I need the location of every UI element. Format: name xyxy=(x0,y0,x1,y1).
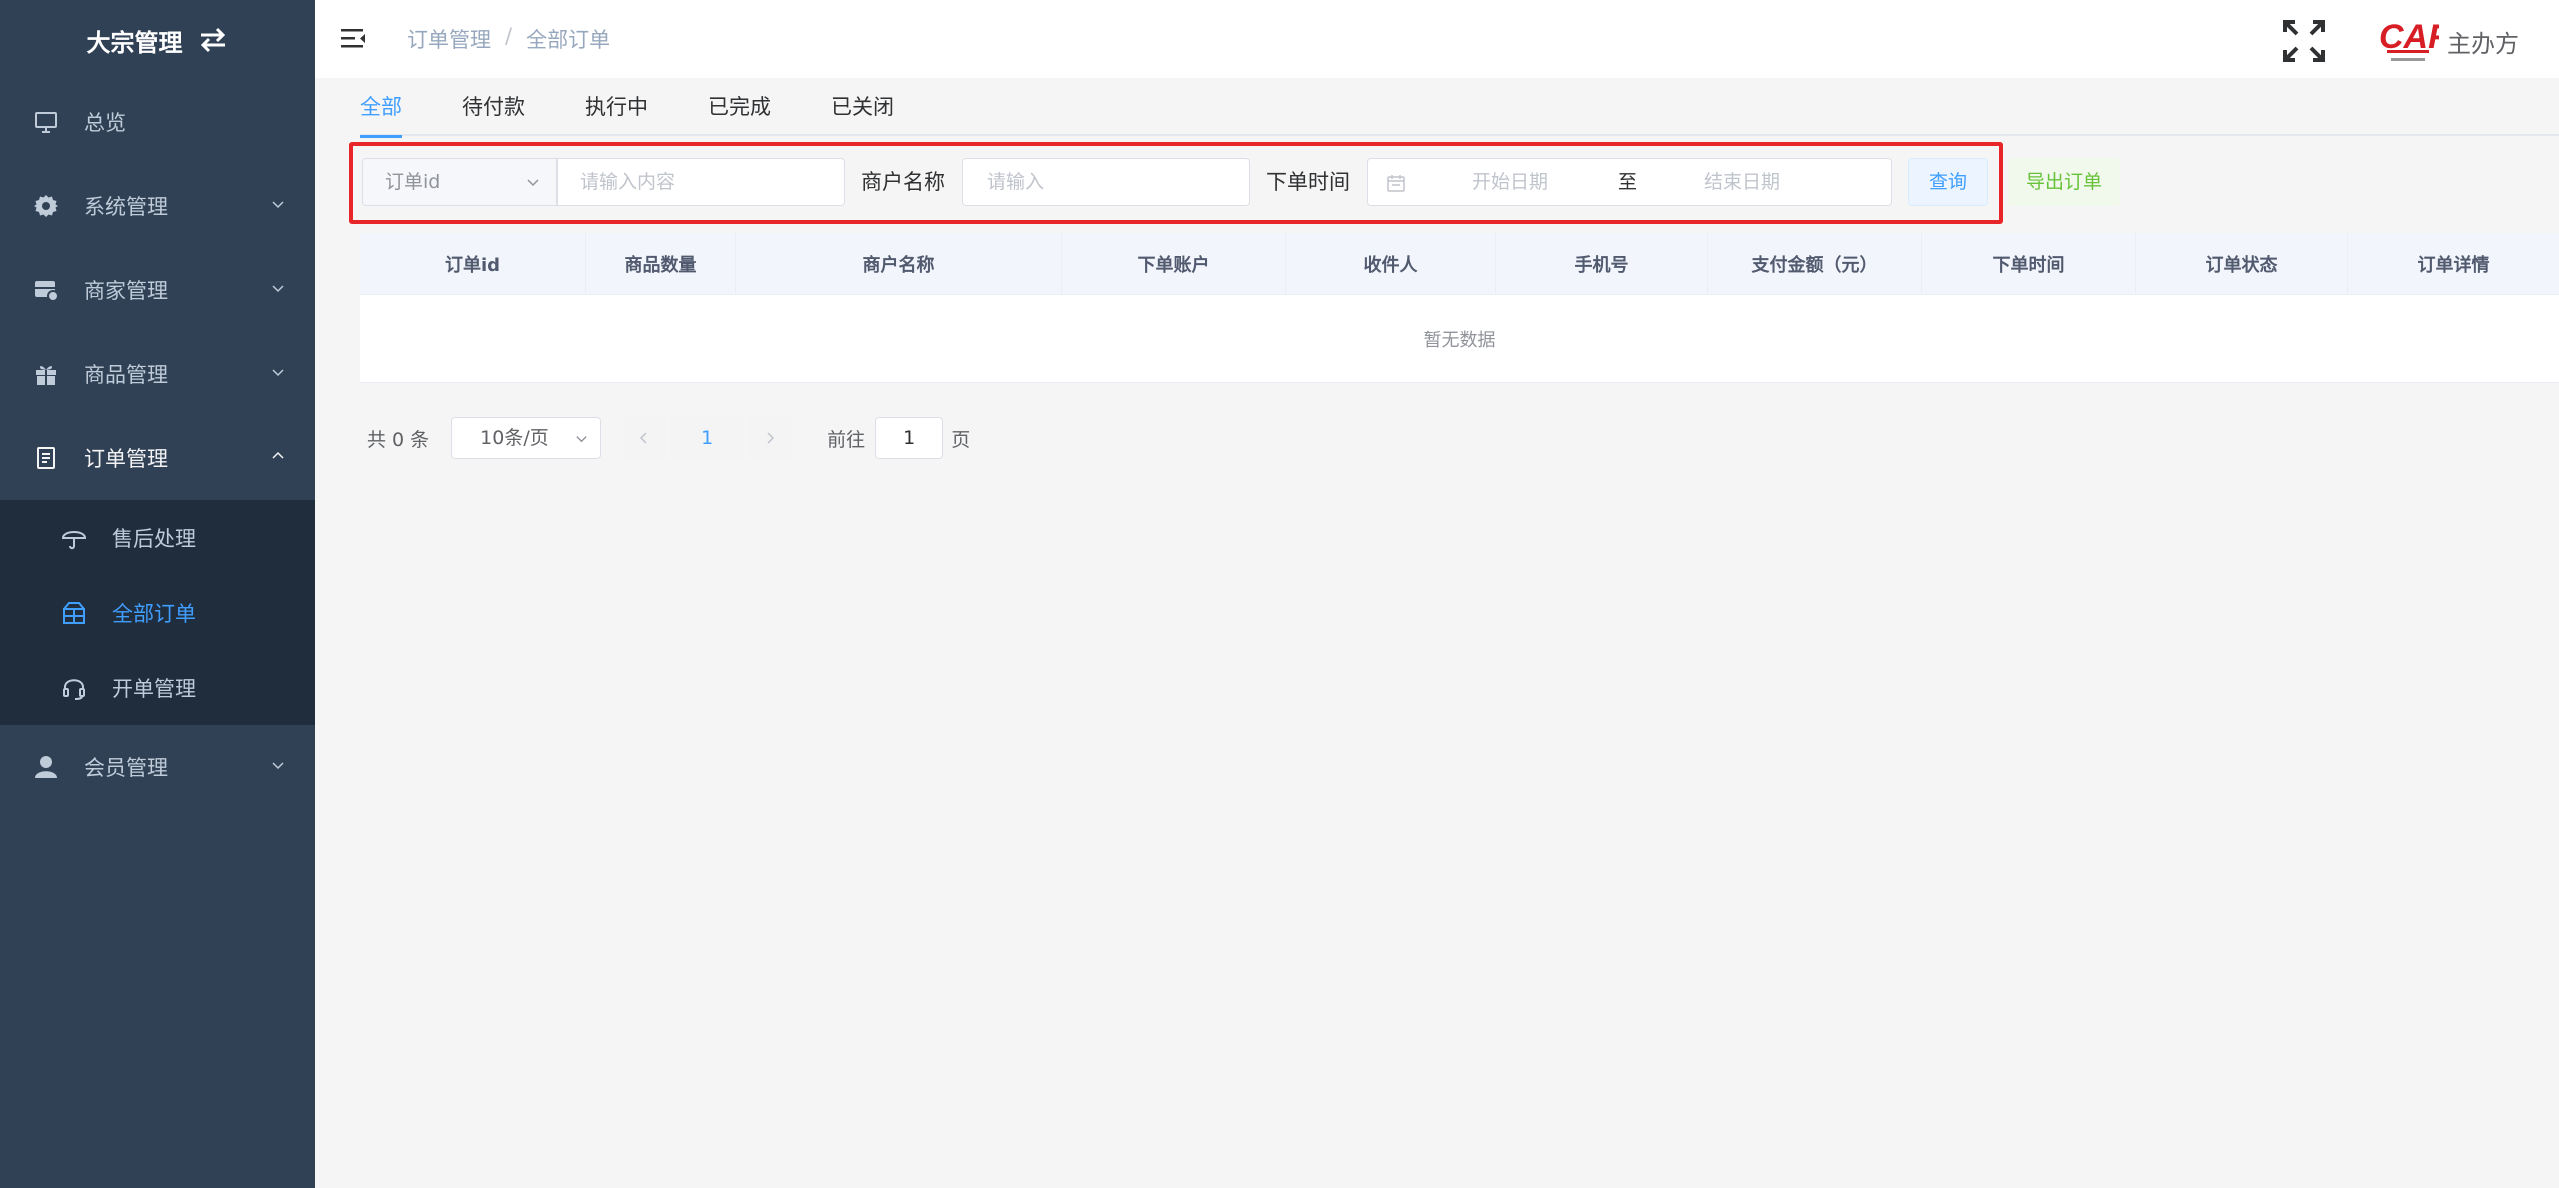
sidebar-item-label: 售后处理 xyxy=(112,526,196,551)
sidebar-item-label: 总览 xyxy=(84,111,126,135)
column-header: 订单id xyxy=(360,233,586,294)
chevron-right-icon xyxy=(767,432,775,444)
user-name[interactable]: 主办方 xyxy=(2447,24,2519,59)
pagination: 共 0 条 10条/页 1 前往 1 页 xyxy=(367,416,970,460)
column-header: 订单状态 xyxy=(2136,233,2348,294)
tab-all[interactable]: 全部 xyxy=(360,78,402,138)
monitor-icon xyxy=(32,108,60,136)
order-time-label: 下单时间 xyxy=(1266,170,1350,194)
column-header: 收件人 xyxy=(1286,233,1496,294)
sidebar-item-label: 订单管理 xyxy=(84,447,168,471)
top-navbar: 订单管理 / 全部订单 CAF 主办方 xyxy=(315,0,2559,78)
headset-icon xyxy=(60,674,88,702)
query-button[interactable]: 查询 xyxy=(1908,158,1988,206)
tab-closed[interactable]: 已关闭 xyxy=(831,78,894,136)
umbrella-icon xyxy=(60,524,88,552)
breadcrumb: 订单管理 / 全部订单 xyxy=(407,24,610,54)
breadcrumb-item-current: 全部订单 xyxy=(526,28,611,52)
page-size-select[interactable]: 10条/页 xyxy=(451,417,602,459)
column-header: 商品数量 xyxy=(586,233,736,294)
box-icon xyxy=(60,599,88,627)
tab-pending-payment[interactable]: 待付款 xyxy=(462,78,525,136)
goto-page-input[interactable]: 1 xyxy=(875,417,944,459)
column-header: 商户名称 xyxy=(736,233,1062,294)
sidebar-item-all-orders[interactable]: 全部订单 xyxy=(0,575,315,650)
search-field-select[interactable]: 订单id xyxy=(362,158,557,206)
sidebar-item-overview[interactable]: 总览 xyxy=(0,80,315,164)
hamburger-icon[interactable] xyxy=(341,27,367,51)
chevron-down-icon xyxy=(272,201,284,209)
page-number-current[interactable]: 1 xyxy=(671,417,744,459)
breadcrumb-separator: / xyxy=(505,24,513,48)
fullscreen-icon[interactable] xyxy=(2281,18,2327,64)
header-right: CAF 主办方 xyxy=(2281,12,2519,70)
gear-icon xyxy=(32,192,60,220)
column-header: 下单时间 xyxy=(1922,233,2136,294)
select-value: 订单id xyxy=(385,171,441,193)
merchant-label: 商户名称 xyxy=(861,170,945,194)
user-icon xyxy=(32,753,60,781)
sidebar-item-orders[interactable]: 订单管理 xyxy=(0,416,315,500)
sidebar-brand: 大宗管理 xyxy=(0,0,315,80)
goto-label: 前往 xyxy=(827,428,866,451)
table-empty-text: 暂无数据 xyxy=(360,295,2559,383)
sidebar-item-label: 开单管理 xyxy=(112,676,196,701)
column-header: 下单账户 xyxy=(1062,233,1286,294)
export-orders-button[interactable]: 导出订单 xyxy=(2008,158,2120,206)
sidebar: 大宗管理 总览 系统管理 商家管理 商品管理 订单管理 售后处理 全部订单 开单… xyxy=(0,0,315,1188)
column-header: 手机号 xyxy=(1496,233,1708,294)
input-placeholder: 请输入 xyxy=(987,171,1045,193)
chevron-down-icon xyxy=(272,762,284,770)
sidebar-item-system[interactable]: 系统管理 xyxy=(0,164,315,248)
sidebar-item-label: 商品管理 xyxy=(84,363,168,387)
orders-submenu: 售后处理 全部订单 开单管理 xyxy=(0,500,315,725)
chevron-up-icon xyxy=(272,451,284,459)
sidebar-item-label: 会员管理 xyxy=(84,756,168,780)
range-separator: 至 xyxy=(1618,171,1638,193)
prev-page-button[interactable] xyxy=(623,417,666,459)
chevron-down-icon xyxy=(272,369,284,377)
chevron-down-icon xyxy=(576,436,587,443)
document-icon xyxy=(32,444,60,472)
search-content-input[interactable]: 请输入内容 xyxy=(557,158,845,206)
chevron-left-icon xyxy=(640,432,647,444)
switch-icon[interactable] xyxy=(197,26,229,54)
column-header: 订单详情 xyxy=(2417,254,2490,276)
sidebar-item-goods[interactable]: 商品管理 xyxy=(0,332,315,416)
caf-logo: CAF xyxy=(2379,18,2439,61)
sidebar-item-label: 全部订单 xyxy=(112,601,196,626)
breadcrumb-item[interactable]: 订单管理 xyxy=(407,24,491,54)
store-icon xyxy=(32,276,60,304)
calendar-icon xyxy=(1387,175,1405,192)
sidebar-item-after-sales[interactable]: 售后处理 xyxy=(0,500,315,575)
column-header: 支付金额（元） xyxy=(1708,233,1922,294)
next-page-button[interactable] xyxy=(749,417,792,459)
order-date-range-picker[interactable]: 开始日期 至 结束日期 xyxy=(1367,158,1892,206)
brand-title: 大宗管理 xyxy=(86,28,183,57)
tab-completed[interactable]: 已完成 xyxy=(708,78,771,136)
sidebar-item-billing[interactable]: 开单管理 xyxy=(0,650,315,725)
page-size-value: 10条/页 xyxy=(480,427,549,449)
sidebar-item-merchant[interactable]: 商家管理 xyxy=(0,248,315,332)
orders-table: 订单id 商品数量 商户名称 下单账户 收件人 手机号 支付金额（元） 下单时间… xyxy=(360,233,2559,383)
start-date-input[interactable]: 开始日期 xyxy=(1472,159,1548,205)
sidebar-item-label: 商家管理 xyxy=(84,279,168,303)
tab-in-progress[interactable]: 执行中 xyxy=(585,78,648,136)
gift-icon xyxy=(32,360,60,388)
order-status-tabs: 全部 待付款 执行中 已完成 已关闭 xyxy=(360,78,2559,138)
table-header: 订单id 商品数量 商户名称 下单账户 收件人 手机号 支付金额（元） 下单时间… xyxy=(360,233,2559,295)
sidebar-item-label: 系统管理 xyxy=(84,195,168,219)
input-placeholder: 请输入内容 xyxy=(580,171,676,193)
chevron-down-icon xyxy=(272,285,284,293)
sidebar-item-members[interactable]: 会员管理 xyxy=(0,725,315,809)
page-unit-label: 页 xyxy=(951,428,971,451)
end-date-input[interactable]: 结束日期 xyxy=(1704,159,1780,205)
pagination-total: 共 0 条 xyxy=(367,428,430,451)
chevron-down-icon xyxy=(527,179,539,187)
merchant-name-input[interactable]: 请输入 xyxy=(962,158,1250,206)
